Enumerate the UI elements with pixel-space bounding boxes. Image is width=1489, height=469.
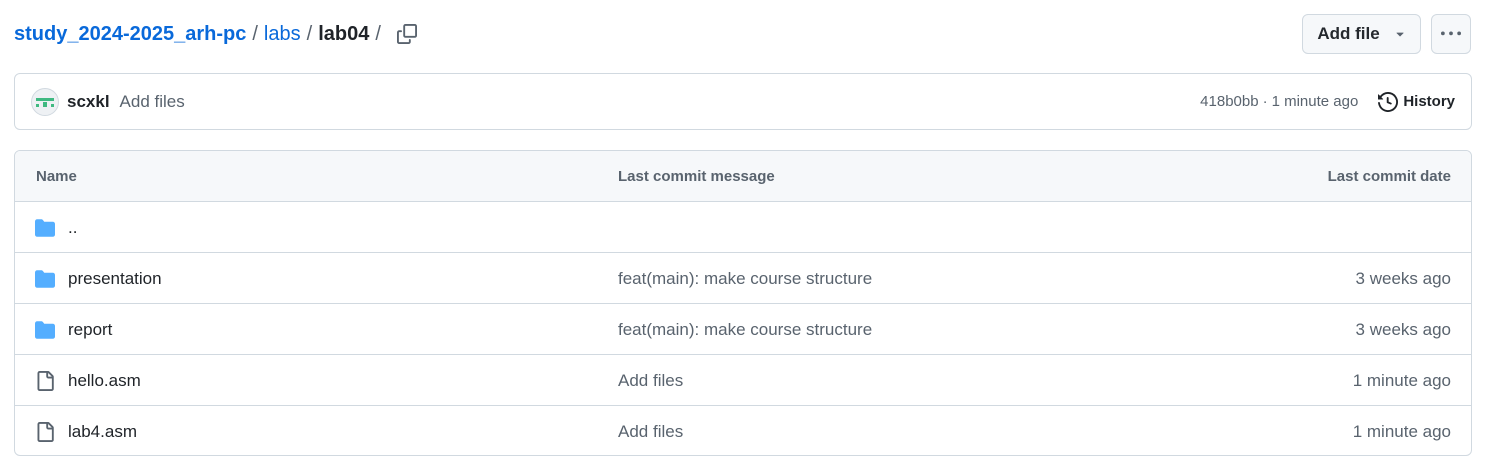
commit-meta-separator: · <box>1262 93 1268 110</box>
commit-time: 1 minute ago <box>1271 93 1359 110</box>
file-name-link[interactable]: lab4.asm <box>68 406 137 455</box>
add-file-button[interactable]: Add file <box>1302 14 1421 54</box>
more-options-button[interactable] <box>1431 14 1471 54</box>
copy-path-button[interactable] <box>393 20 421 48</box>
table-row-parent[interactable]: .. <box>15 202 1471 253</box>
commit-hash-link[interactable]: 418b0bb <box>1200 93 1258 110</box>
commit-message-link[interactable]: feat(main): make course structure <box>618 253 872 304</box>
kebab-horizontal-icon <box>1441 31 1461 36</box>
folder-icon <box>35 321 55 339</box>
folder-icon <box>35 219 55 237</box>
file-name-link[interactable]: report <box>68 304 112 355</box>
history-label: History <box>1403 93 1455 110</box>
add-file-label: Add file <box>1317 24 1380 43</box>
commit-message-link[interactable]: Add files <box>618 406 683 455</box>
commit-date: 1 minute ago <box>1352 422 1451 441</box>
commit-message-link[interactable]: Add files <box>120 92 185 112</box>
column-header-date: Last commit date <box>1327 168 1451 185</box>
breadcrumb-current: lab04 <box>318 23 370 45</box>
history-icon <box>1378 91 1399 112</box>
file-name-link[interactable]: presentation <box>68 253 162 304</box>
breadcrumb-separator: / <box>306 23 313 45</box>
file-icon <box>37 422 54 442</box>
commit-meta: 418b0bb · 1 minute ago History <box>1200 91 1455 112</box>
table-row[interactable]: report feat(main): make course structure… <box>15 304 1471 355</box>
identicon-icon <box>36 97 54 107</box>
breadcrumb-repo-link[interactable]: study_2024-2025_arh-pc <box>14 20 246 48</box>
file-name-link[interactable]: .. <box>68 202 77 253</box>
triangle-down-icon <box>1396 32 1404 37</box>
file-name-link[interactable]: hello.asm <box>68 355 141 406</box>
table-row[interactable]: presentation feat(main): make course str… <box>15 253 1471 304</box>
commit-message-link[interactable]: feat(main): make course structure <box>618 304 872 355</box>
top-bar: study_2024-2025_arh-pc / labs / lab04 / … <box>14 14 1471 54</box>
breadcrumb-separator: / <box>252 23 258 45</box>
commit-date: 1 minute ago <box>1352 371 1451 390</box>
commit-date: 3 weeks ago <box>1355 269 1451 288</box>
folder-icon <box>35 270 55 288</box>
commit-author-link[interactable]: scxkl <box>67 92 110 112</box>
breadcrumb-folder-link[interactable]: labs <box>264 20 301 48</box>
commit-date: 3 weeks ago <box>1355 320 1451 339</box>
history-button[interactable]: History <box>1378 91 1455 112</box>
file-browser-page: study_2024-2025_arh-pc / labs / lab04 / … <box>0 0 1489 469</box>
copy-icon <box>396 24 417 44</box>
commit-message-link[interactable]: Add files <box>618 355 683 406</box>
column-header-message: Last commit message <box>618 168 775 185</box>
table-header: Name Last commit message Last commit dat… <box>15 151 1471 202</box>
breadcrumb: study_2024-2025_arh-pc / labs / lab04 / <box>14 20 421 48</box>
table-row[interactable]: lab4.asm Add files 1 minute ago <box>15 406 1471 455</box>
file-icon <box>37 371 54 391</box>
column-header-name: Name <box>36 168 77 185</box>
latest-commit-bar: scxkl Add files 418b0bb · 1 minute ago H… <box>14 73 1472 130</box>
avatar[interactable] <box>31 87 59 116</box>
table-row[interactable]: hello.asm Add files 1 minute ago <box>15 355 1471 406</box>
file-table: Name Last commit message Last commit dat… <box>14 150 1472 456</box>
breadcrumb-separator: / <box>375 23 381 45</box>
